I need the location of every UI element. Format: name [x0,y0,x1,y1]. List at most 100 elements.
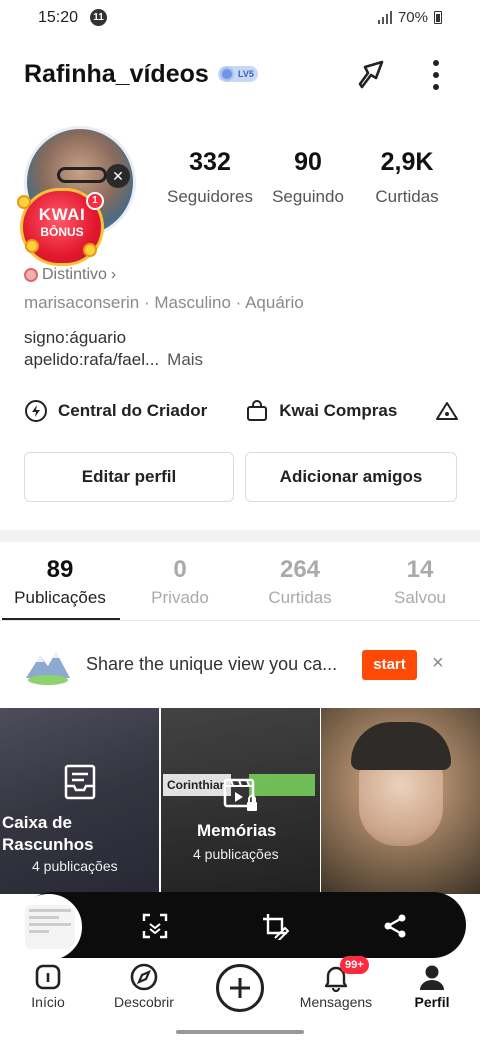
stat-value: 332 [189,148,231,176]
bio-line-2: apelido:rafa/fael... Mais [24,349,203,371]
more-icon[interactable] [426,58,446,92]
grid-title-line: Rascunhos [2,835,94,854]
chevron-right-icon: › [110,266,117,283]
bio-more-link[interactable]: Mais [167,350,203,369]
create-plus-button[interactable] [216,964,264,1012]
profile-meta: marisaconserin · Masculino · Aquário [24,293,304,312]
nav-label: Perfil [414,994,450,1010]
mountain-art-icon [26,652,70,685]
signal-icon [377,11,392,24]
badge-icon [24,268,38,282]
stat-label: Seguindo [272,187,344,206]
edit-crop-icon[interactable] [261,912,289,940]
shopping-bag-icon [247,400,268,421]
status-indicators: 70% [377,9,442,26]
nav-label: Início [31,994,65,1010]
screenshot-thumbnail[interactable] [16,894,82,960]
nav-label: Mensagens [299,994,373,1010]
scan-icon[interactable] [141,912,169,940]
status-time: 15:20 [38,9,79,26]
thumbnail-preview [25,905,75,949]
more-links[interactable] [435,399,459,423]
coin-icon [25,239,39,253]
distintivo-link[interactable]: Distintivo › [24,266,116,284]
section-divider [0,530,480,542]
tab-count: 0 [173,556,187,583]
nav-messages[interactable]: Mensagens [288,960,384,1010]
username: Rafinha_vídeos [24,60,209,88]
grid-subtitle: 4 publicações [32,858,118,874]
bio-line: signo:águario [24,328,127,347]
tab-count: 264 [279,556,321,583]
share-icon[interactable] [352,56,390,94]
level-text: LV5 [238,69,254,79]
tabs-divider [0,620,480,621]
inbox-icon [64,764,96,800]
promo-text: Share the unique view you ca... [86,654,338,674]
promo-banner[interactable]: Share the unique view you ca... start × [0,640,480,694]
stat-value: 2,9K [380,148,434,176]
tab-count: 89 [46,556,74,583]
coin-icon [83,243,97,257]
person-icon [420,965,444,990]
bottom-nav: Início Descobrir Mensagens 99+ Perfil [0,956,480,1016]
grid-subtitle: 4 publicações [193,846,279,862]
grid-title: Caixa de Rascunhos [2,812,94,856]
share-nodes-icon[interactable] [381,912,409,940]
creator-center-link[interactable]: Central do Criador [24,399,207,423]
nav-label: Descobrir [114,994,174,1010]
close-icon[interactable]: ✕ [106,164,130,188]
creator-center-label: Central do Criador [58,401,208,420]
stat-following[interactable]: 90 Seguindo [258,148,358,207]
nav-profile[interactable]: Perfil [384,960,480,1010]
kwai-badge-notification: 1 [86,192,104,210]
home-indicator[interactable] [176,1030,304,1034]
messages-badge: 99+ [340,956,369,974]
stat-value: 90 [294,148,322,176]
promo-start-button[interactable]: start [362,650,417,680]
edit-profile-button[interactable]: Editar perfil [24,452,234,502]
stat-label: Seguidores [166,187,253,206]
tab-privado[interactable]: 0 Privado [120,556,240,608]
grid-memories[interactable]: Corinthian Memórias 4 publicações [161,708,320,894]
tab-publicacoes[interactable]: 89 Publicações [0,556,120,608]
kwai-shopping-label: Kwai Compras [279,401,398,420]
lightning-icon [25,400,47,422]
tab-label: Publicações [14,588,106,607]
profile-bio: signo:águario apelido:rafa/fael... Mais [24,327,203,371]
tab-label: Curtidas [268,588,332,607]
notification-count-badge: 11 [90,9,107,26]
status-bar: 15:20 11 70% [0,0,480,36]
grid-title: Memórias [197,821,277,840]
battery-icon [434,11,442,24]
tab-count: 14 [406,556,434,583]
distintivo-label: Distintivo [42,266,107,283]
grid-drafts[interactable]: Caixa de Rascunhos 4 publicações [0,708,159,894]
tab-label: Salvou [394,588,446,607]
nav-home[interactable]: Início [0,960,96,1010]
bio-line: apelido:rafa/fael... [24,350,160,369]
tab-label: Privado [151,588,209,607]
kwai-shopping-link[interactable]: Kwai Compras [245,399,397,423]
tab-salvou[interactable]: 14 Salvou [360,556,480,608]
nav-discover[interactable]: Descobrir [96,960,192,1010]
add-friends-button[interactable]: Adicionar amigos [245,452,457,502]
compass-icon [130,963,158,991]
profile-header: Rafinha_vídeos LV5 [0,50,480,100]
stat-followers[interactable]: 332 Seguidores [160,148,260,207]
home-icon [35,964,61,990]
tab-curtidas[interactable]: 264 Curtidas [240,556,360,608]
grid-title-line: Caixa de [2,813,72,832]
tent-icon [436,402,459,420]
stat-label: Curtidas [375,187,439,206]
thumbnail-hair [351,722,451,770]
quick-links: Central do Criador Kwai Compras [24,398,480,424]
level-badge[interactable]: LV5 [218,66,258,82]
battery-percent: 70% [397,9,428,26]
grid-video-thumbnail[interactable] [321,708,480,894]
level-gem-icon [220,67,234,81]
avatar-glasses [57,167,107,183]
close-icon[interactable]: × [432,652,444,675]
stat-likes[interactable]: 2,9K Curtidas [357,148,457,207]
memories-lock-icon [223,778,257,811]
